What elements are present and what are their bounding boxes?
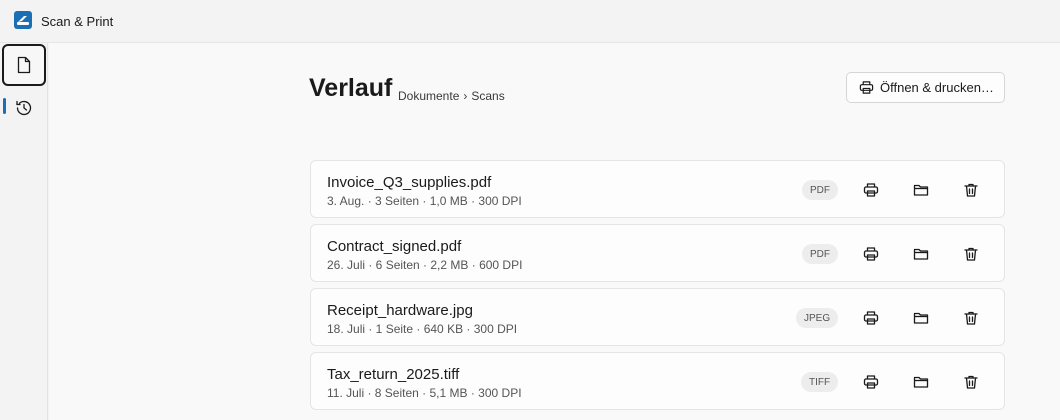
file-row[interactable]: Tax_return_2025.tiff 11. Juli · 8 Seiten… <box>310 352 1005 410</box>
document-icon <box>16 56 32 74</box>
file-name: Invoice_Q3_supplies.pdf <box>327 174 492 191</box>
breadcrumb: Dokumente › Scans <box>398 89 505 103</box>
open-folder-button[interactable] <box>909 370 933 394</box>
open-folder-button[interactable] <box>909 178 933 202</box>
printer-icon <box>863 182 879 198</box>
trash-icon <box>963 182 979 198</box>
breadcrumb-scans: Scans <box>471 89 505 103</box>
title-bar: Scan & Print <box>0 0 1060 43</box>
open-folder-button[interactable] <box>909 242 933 266</box>
trash-icon <box>963 310 979 326</box>
file-row[interactable]: Receipt_hardware.jpg 18. Juli · 1 Seite … <box>310 288 1005 346</box>
file-type-badge: JPEG <box>796 308 839 328</box>
print-button[interactable] <box>859 306 883 330</box>
folder-icon <box>913 310 929 326</box>
trash-icon <box>963 374 979 390</box>
file-meta: 18. Juli · 1 Seite · 640 KB · 300 DPI <box>327 322 518 336</box>
delete-button[interactable] <box>959 242 983 266</box>
app-title: Scan & Print <box>41 14 114 29</box>
file-type-badge: PDF <box>802 244 838 264</box>
navigation-rail <box>0 43 48 420</box>
file-meta: 26. Juli · 6 Seiten · 2,2 MB · 600 DPI <box>327 258 523 272</box>
print-button[interactable] <box>859 242 883 266</box>
file-meta: 3. Aug. · 3 Seiten · 1,0 MB · 300 DPI <box>327 194 522 208</box>
rail-item-documents[interactable] <box>2 44 46 86</box>
printer-icon <box>863 310 879 326</box>
trash-icon <box>963 246 979 262</box>
delete-button[interactable] <box>959 370 983 394</box>
print-button[interactable] <box>859 178 883 202</box>
file-row[interactable]: Invoice_Q3_supplies.pdf 3. Aug. · 3 Seit… <box>310 160 1005 218</box>
file-meta: 11. Juli · 8 Seiten · 5,1 MB · 300 DPI <box>327 386 522 400</box>
history-icon <box>14 98 34 118</box>
main-content: Verlauf Dokumente › Scans Öffnen & druck… <box>49 43 1060 420</box>
file-name: Contract_signed.pdf <box>327 238 462 255</box>
printer-icon <box>863 374 879 390</box>
file-row[interactable]: Contract_signed.pdf 26. Juli · 6 Seiten … <box>310 224 1005 282</box>
printer-icon <box>859 80 874 95</box>
file-name: Receipt_hardware.jpg <box>327 302 473 319</box>
open-and-print-label: Öffnen & drucken… <box>880 80 994 95</box>
open-folder-button[interactable] <box>909 306 933 330</box>
rail-item-history[interactable] <box>2 87 46 129</box>
page-title: Verlauf <box>309 74 393 102</box>
folder-icon <box>913 246 929 262</box>
breadcrumb-documents[interactable]: Dokumente <box>398 89 459 103</box>
open-and-print-button[interactable]: Öffnen & drucken… <box>846 72 1005 103</box>
file-type-badge: PDF <box>802 180 838 200</box>
file-name: Tax_return_2025.tiff <box>327 366 460 383</box>
scanner-app-icon <box>14 11 32 29</box>
file-type-badge: TIFF <box>801 372 839 392</box>
printer-icon <box>863 246 879 262</box>
folder-icon <box>913 374 929 390</box>
folder-icon <box>913 182 929 198</box>
delete-button[interactable] <box>959 306 983 330</box>
breadcrumb-separator: › <box>463 89 468 103</box>
print-button[interactable] <box>859 370 883 394</box>
delete-button[interactable] <box>959 178 983 202</box>
